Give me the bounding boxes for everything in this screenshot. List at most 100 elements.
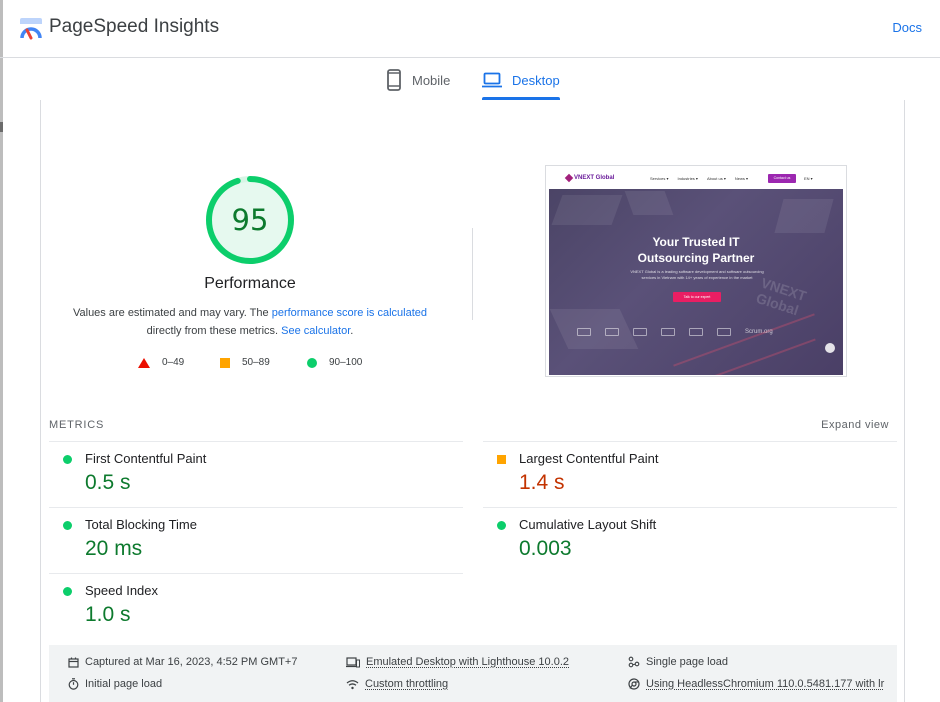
screenshot-watermark: VNEXT Global — [754, 274, 809, 319]
screenshot-cta: Talk to our expert — [673, 292, 721, 302]
custom-throttling[interactable]: Custom throttling — [346, 678, 448, 690]
hero-shape — [624, 191, 674, 215]
pass-circle-icon — [63, 521, 72, 530]
average-square-icon — [497, 455, 506, 464]
screenshot-menu-item: About us ▾ — [706, 176, 726, 181]
wifi-icon — [346, 679, 359, 689]
partner-logo — [605, 328, 619, 336]
initial-load-text: Initial page load — [85, 678, 163, 690]
pass-circle-icon — [63, 587, 72, 596]
metric-separator — [49, 441, 463, 442]
pagespeed-logo-icon[interactable] — [18, 14, 44, 40]
note-suffix: . — [350, 325, 354, 337]
laptop-icon — [482, 72, 502, 88]
hero-line — [702, 338, 816, 375]
hero-shape — [774, 199, 834, 233]
calendar-icon — [68, 657, 79, 668]
legend-pass-range: 90–100 — [329, 357, 363, 368]
legend-fail-range: 0–49 — [162, 357, 185, 368]
pass-circle-icon — [497, 521, 506, 530]
tab-desktop[interactable]: Desktop — [482, 60, 560, 100]
performance-score-calculated-link[interactable]: performance score is calculated — [272, 307, 427, 319]
screenshot-menu: Services ▾ Industries ▾ About us ▾ News … — [650, 176, 748, 181]
active-tab-indicator — [482, 97, 560, 100]
tab-mobile[interactable]: Mobile — [386, 60, 450, 100]
pass-circle-icon — [63, 455, 72, 464]
app-title: PageSpeed Insights — [49, 16, 220, 37]
note-text-2: directly from these metrics. — [146, 325, 282, 337]
metric-label: Cumulative Layout Shift — [519, 517, 657, 532]
square-icon — [220, 357, 230, 368]
screenshot-menu-item: Industries ▾ — [677, 176, 698, 181]
browser-version[interactable]: Using HeadlessChromium 110.0.5481.177 wi… — [628, 678, 884, 690]
screenshot-lang: EN ▾ — [804, 176, 813, 181]
performance-label: Performance — [204, 275, 296, 292]
note-text: Values are estimated and may vary. The — [72, 307, 272, 319]
window-edge-handle — [0, 122, 3, 132]
performance-score-value: 95 — [231, 203, 269, 237]
initial-page-load: Initial page load — [68, 678, 162, 690]
smartphone-icon — [387, 69, 401, 91]
triangle-icon — [138, 357, 150, 368]
devices-icon — [346, 656, 360, 667]
metric-value: 0.5 s — [85, 471, 131, 494]
metric-value: 0.003 — [519, 537, 572, 560]
screenshot-headline: Your Trusted IT Outsourcing Partner — [549, 234, 843, 266]
screenshot-partner-logos: Scrum.org — [577, 325, 827, 339]
report-frame-right — [904, 100, 905, 702]
metric-value: 1.4 s — [519, 471, 565, 494]
legend-pass: 90–100 — [307, 357, 362, 368]
window-edge — [0, 0, 3, 702]
emulated-device[interactable]: Emulated Desktop with Lighthouse 10.0.2 — [346, 656, 569, 668]
screenshot-menu-item: News ▾ — [734, 176, 748, 181]
partner-logo — [577, 328, 591, 336]
metric-separator — [483, 441, 897, 442]
runtime-settings: Captured at Mar 16, 2023, 4:52 PM GMT+7 … — [49, 645, 897, 702]
single-page-load: Single page load — [628, 656, 728, 668]
metric-value: 20 ms — [85, 537, 143, 560]
performance-note: Values are estimated and may vary. The p… — [60, 304, 440, 340]
partner-logo — [689, 328, 703, 336]
partner-logo — [717, 328, 731, 336]
legend-fail: 0–49 — [138, 357, 184, 368]
scroll-top-icon — [825, 343, 835, 353]
partner-logo — [661, 328, 675, 336]
emulated-text: Emulated Desktop with Lighthouse 10.0.2 — [366, 656, 570, 668]
metric-label: Total Blocking Time — [85, 517, 197, 532]
legend-average-range: 50–89 — [242, 357, 270, 368]
metric-separator — [49, 507, 463, 508]
headline-line-2: Outsourcing Partner — [637, 251, 755, 265]
see-calculator-link[interactable]: See calculator — [281, 325, 350, 337]
tab-desktop-label: Desktop — [512, 72, 560, 88]
timer-icon — [68, 678, 79, 690]
browser-text: Using HeadlessChromium 110.0.5481.177 wi… — [646, 678, 885, 690]
metric-label: Largest Contentful Paint — [519, 451, 659, 466]
hero-shape — [551, 195, 623, 225]
summary-divider — [472, 228, 473, 320]
metric-separator — [49, 573, 463, 574]
screenshot-menu-item: Services ▾ — [650, 176, 669, 181]
report-frame-left — [40, 100, 41, 702]
docs-link[interactable]: Docs — [892, 20, 922, 35]
metric-label: First Contentful Paint — [85, 451, 207, 466]
headline-line-1: Your Trusted IT — [652, 235, 740, 249]
hero-line — [673, 313, 815, 367]
expand-view-toggle[interactable]: Expand view — [821, 419, 889, 431]
captured-at: Captured at Mar 16, 2023, 4:52 PM GMT+7 — [68, 656, 297, 668]
legend-average: 50–89 — [220, 357, 270, 368]
metric-label: Speed Index — [85, 583, 159, 598]
circle-icon — [307, 357, 317, 368]
app-header: PageSpeed Insights Docs — [0, 0, 940, 58]
partner-logo-text: Scrum.org — [745, 329, 773, 335]
metric-value: 1.0 s — [85, 603, 131, 626]
metrics-title: METRICS — [49, 419, 105, 431]
captured-text: Captured at Mar 16, 2023, 4:52 PM GMT+7 — [85, 656, 298, 668]
screenshot-brand: VNEXT Global — [574, 175, 615, 181]
metric-separator — [483, 507, 897, 508]
brand-mark-icon — [564, 173, 574, 183]
screenshot-contact-button: Contact us — [768, 174, 796, 183]
screenshot-subtext: VNEXT Global is a leading software devel… — [630, 269, 764, 280]
chrome-icon — [628, 678, 640, 690]
final-screenshot[interactable]: VNEXT Global Services ▾ Industries ▾ Abo… — [545, 165, 847, 377]
single-load-text: Single page load — [646, 656, 728, 668]
